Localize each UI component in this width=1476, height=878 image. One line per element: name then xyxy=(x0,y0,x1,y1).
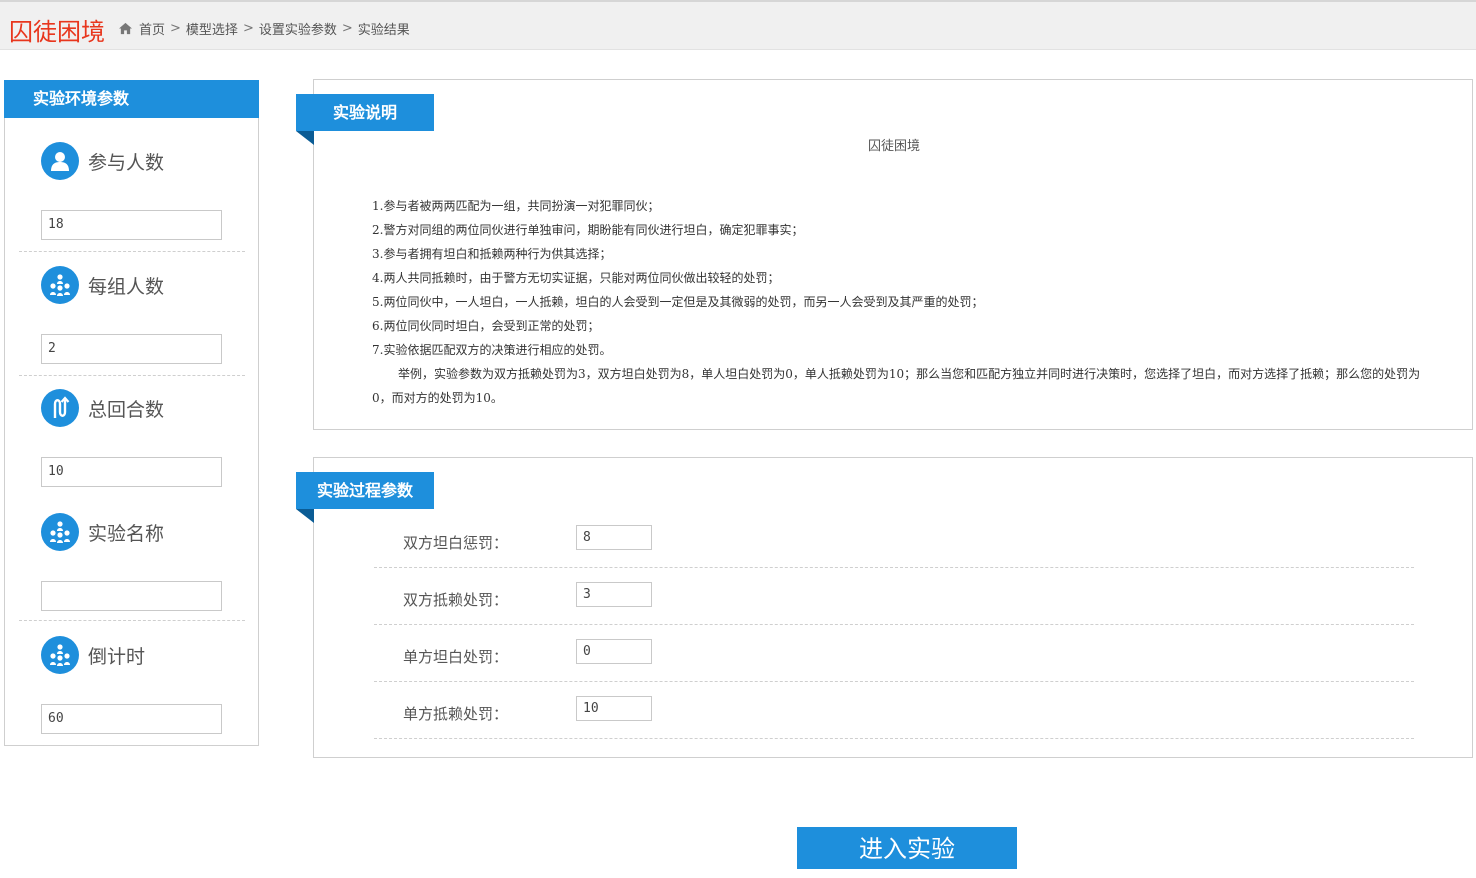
top-bar: 囚徒困境 首页 > 模型选择 > 设置实验参数 > 实验结果 xyxy=(0,0,1476,50)
breadcrumb: 首页 > 模型选择 > 设置实验参数 > 实验结果 xyxy=(118,19,410,38)
process-label: 双方坦白惩罚： xyxy=(403,534,509,552)
description-panel: 实验说明 囚徒困境 1.参与者被两两匹配为一组，共同扮演一对犯罪同伙； 2.警方… xyxy=(296,79,1473,430)
breadcrumb-separator: > xyxy=(242,21,254,36)
enter-experiment-button[interactable]: 进入实验 xyxy=(797,827,1017,869)
group-icon xyxy=(41,513,79,551)
single-deny-input[interactable]: 10 xyxy=(576,696,652,721)
group-icon xyxy=(41,636,79,674)
param-experiment-name: 实验名称 xyxy=(19,512,245,621)
process-row-both-confess: 双方坦白惩罚： 8 xyxy=(374,511,1414,568)
divider xyxy=(19,620,245,621)
param-rounds: 总回合数 10 xyxy=(19,388,245,487)
single-confess-input[interactable]: 0 xyxy=(576,639,652,664)
process-label: 单方抵赖处罚： xyxy=(403,705,509,723)
param-group-size: 每组人数 2 xyxy=(19,265,245,376)
rounds-input[interactable]: 10 xyxy=(41,457,222,487)
rule-line: 5.两位同伙中，一人坦白，一人抵赖，坦白的人会受到一定但是及其微弱的处罚，而另一… xyxy=(372,295,984,309)
description-title: 囚徒困境 xyxy=(867,139,920,154)
group-icon xyxy=(41,266,79,304)
ribbon-fold xyxy=(296,509,314,523)
participants-input[interactable]: 18 xyxy=(41,210,222,240)
divider xyxy=(19,375,245,376)
process-label: 单方坦白处罚： xyxy=(403,648,509,666)
rule-line: 2.警方对同组的两位同伙进行单独审问，期盼能有同伙进行坦白，确定犯罪事实； xyxy=(372,223,804,237)
divider xyxy=(19,251,245,252)
ribbon-fold xyxy=(296,131,314,145)
rule-line: 4.两人共同抵赖时，由于警方无切实证据，只能对两位同伙做出较轻的处罚； xyxy=(372,271,780,285)
example-text: 举例，实验参数为双方抵赖处罚为3，双方坦白处罚为8，单人坦白处罚为0，单人抵赖处… xyxy=(372,367,1421,405)
breadcrumb-home[interactable]: 首页 xyxy=(139,19,165,38)
experiment-name-input[interactable] xyxy=(41,581,222,611)
breadcrumb-model-select[interactable]: 模型选择 xyxy=(186,19,238,38)
process-row-single-confess: 单方坦白处罚： 0 xyxy=(374,625,1414,682)
process-row-single-deny: 单方抵赖处罚： 10 xyxy=(374,682,1414,739)
param-label: 总回合数 xyxy=(88,398,165,421)
process-params-ribbon: 实验过程参数 xyxy=(296,472,434,509)
both-deny-input[interactable]: 3 xyxy=(576,582,652,607)
rule-line: 6.两位同伙同时坦白，会受到正常的处罚； xyxy=(372,319,600,333)
breadcrumb-separator: > xyxy=(170,21,181,36)
loop-icon xyxy=(41,389,79,427)
param-participants: 参与人数 18 xyxy=(19,141,245,252)
env-params-title: 实验环境参数 xyxy=(4,80,259,118)
param-label: 倒计时 xyxy=(88,645,146,668)
both-confess-input[interactable]: 8 xyxy=(576,525,652,550)
param-label: 参与人数 xyxy=(88,151,165,174)
user-icon xyxy=(41,142,79,180)
breadcrumb-results[interactable]: 实验结果 xyxy=(358,19,410,38)
param-label: 每组人数 xyxy=(88,275,165,298)
env-params-panel: 实验环境参数 参与人数 18 每组人数 2 总回合数 10 实验名称 倒计时 6… xyxy=(4,80,259,746)
process-params-panel: 实验过程参数 双方坦白惩罚： 8 双方抵赖处罚： 3 单方坦白处罚： 0 单方抵… xyxy=(296,457,1473,758)
breadcrumb-set-params[interactable]: 设置实验参数 xyxy=(259,19,337,38)
description-ribbon: 实验说明 xyxy=(296,94,434,131)
rule-line: 3.参与者拥有坦白和抵赖两种行为供其选择； xyxy=(372,247,612,261)
rule-line: 1.参与者被两两匹配为一组，共同扮演一对犯罪同伙； xyxy=(372,199,660,213)
process-label: 双方抵赖处罚： xyxy=(403,591,509,609)
param-countdown: 倒计时 60 xyxy=(19,635,245,746)
divider xyxy=(19,745,245,746)
rule-line: 7.实验依据匹配双方的决策进行相应的处罚。 xyxy=(372,343,612,357)
param-label: 实验名称 xyxy=(88,522,165,545)
countdown-input[interactable]: 60 xyxy=(41,704,222,734)
process-row-both-deny: 双方抵赖处罚： 3 xyxy=(374,568,1414,625)
app-title: 囚徒困境 xyxy=(9,18,105,46)
group-size-input[interactable]: 2 xyxy=(41,334,222,364)
breadcrumb-separator: > xyxy=(341,21,353,36)
description-rules: 1.参与者被两两匹配为一组，共同扮演一对犯罪同伙； 2.警方对同组的两位同伙进行… xyxy=(372,194,1422,410)
home-icon[interactable] xyxy=(118,22,133,35)
